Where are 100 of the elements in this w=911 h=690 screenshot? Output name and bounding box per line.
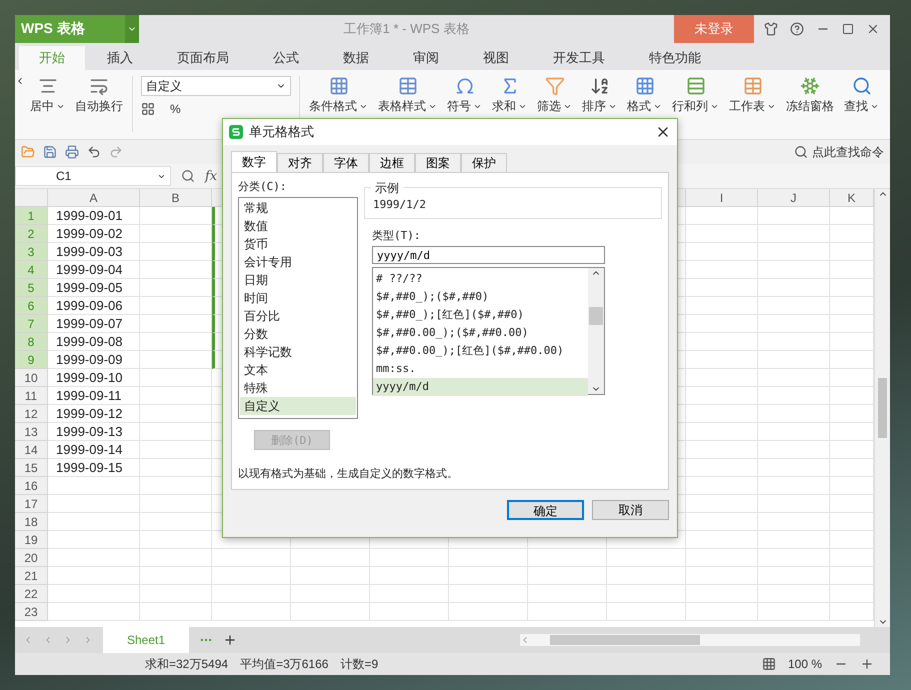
- ribbon-button[interactable]: 冻结窗格: [781, 76, 839, 115]
- scrollbar-thumb[interactable]: [589, 307, 603, 326]
- format-item[interactable]: $#,##0.00_);($#,##0.00): [373, 324, 588, 342]
- format-item[interactable]: mm:ss.: [373, 360, 588, 378]
- table-cell: [686, 531, 758, 549]
- scrollbar-thumb[interactable]: [550, 635, 700, 645]
- shirt-icon[interactable]: [764, 22, 778, 36]
- percent-button[interactable]: %: [165, 102, 186, 116]
- row-header[interactable]: 12: [15, 405, 48, 423]
- row-header[interactable]: 11: [15, 387, 48, 405]
- row-header[interactable]: 22: [15, 585, 48, 603]
- print-icon[interactable]: [65, 145, 79, 159]
- format-list[interactable]: # ??/?? $#,##0_);($#,##0) $#,##0_);[红色]($#,##0) $#,##0.00_);($#,##0.00) $#,##0.00_);[红色]($#,##0.00) mm:ss. yyyy/m/d: [372, 267, 605, 395]
- column-header[interactable]: I: [686, 189, 758, 207]
- format-item[interactable]: $#,##0_);[红色]($#,##0): [373, 306, 588, 324]
- category-item[interactable]: 数值: [240, 217, 356, 235]
- column-header[interactable]: K: [830, 189, 874, 207]
- format-item[interactable]: $#,##0.00_);[红色]($#,##0.00): [373, 342, 588, 360]
- caret-icon: [473, 102, 482, 111]
- dialog-tab[interactable]: 保护: [461, 153, 507, 172]
- name-box[interactable]: C1: [15, 166, 171, 186]
- category-item[interactable]: 科学记数: [240, 343, 356, 361]
- ribbon-button[interactable]: 筛选: [532, 76, 577, 115]
- menu-tab[interactable]: 审阅: [391, 46, 461, 70]
- save-icon[interactable]: [43, 145, 57, 159]
- grid-view-icon[interactable]: [762, 657, 776, 671]
- menu-tab[interactable]: 公式: [251, 46, 321, 70]
- ribbon-button[interactable]: 查找: [839, 76, 884, 115]
- ribbon-button[interactable]: 行和列: [667, 76, 724, 115]
- ribbon-button[interactable]: 自动换行: [70, 76, 128, 115]
- category-item[interactable]: 分数: [240, 325, 356, 343]
- category-item[interactable]: 文本: [240, 361, 356, 379]
- scrollbar-thumb[interactable]: [878, 378, 887, 438]
- column-header[interactable]: J: [758, 189, 830, 207]
- ribbon-button[interactable]: 求和: [487, 76, 532, 115]
- number-format-dropdown[interactable]: 自定义: [141, 76, 291, 96]
- ok-button[interactable]: 确定: [507, 500, 584, 520]
- column-header[interactable]: A: [48, 189, 140, 207]
- list-scrollbar[interactable]: [588, 268, 604, 394]
- sheet-tab[interactable]: Sheet1: [103, 627, 190, 653]
- menu-tab[interactable]: 插入: [85, 46, 155, 70]
- row-header[interactable]: 14: [15, 441, 48, 459]
- format-item[interactable]: # ??/??: [373, 270, 588, 288]
- ribbon-button[interactable]: 工作表: [724, 76, 781, 115]
- close-icon[interactable]: [866, 22, 880, 36]
- row-header[interactable]: 16: [15, 477, 48, 495]
- row-header[interactable]: 21: [15, 567, 48, 585]
- row-header[interactable]: 13: [15, 423, 48, 441]
- dialog-tab[interactable]: 数字: [231, 151, 277, 172]
- category-item[interactable]: 常规: [240, 199, 356, 217]
- dialog-tab[interactable]: 对齐: [277, 153, 323, 172]
- maximize-icon[interactable]: [842, 23, 854, 35]
- undo-icon[interactable]: [87, 145, 101, 159]
- table-cell: [758, 279, 830, 297]
- cancel-button[interactable]: 取消: [592, 500, 669, 520]
- ribbon-button[interactable]: 排序: [577, 76, 622, 115]
- format-item[interactable]: $#,##0_);($#,##0): [373, 288, 588, 306]
- category-item[interactable]: 百分比: [240, 307, 356, 325]
- command-search[interactable]: 点此查找命令: [812, 144, 884, 160]
- menu-tab[interactable]: 特色功能: [627, 46, 723, 70]
- category-item[interactable]: 时间: [240, 289, 356, 307]
- menu-tab[interactable]: 数据: [321, 46, 391, 70]
- table-cell: [686, 225, 758, 243]
- row-header[interactable]: 20: [15, 549, 48, 567]
- category-item[interactable]: 货币: [240, 235, 356, 253]
- ribbon-button[interactable]: 条件格式: [304, 76, 373, 115]
- format-item[interactable]: yyyy/m/d: [373, 378, 588, 396]
- menu-tab[interactable]: 视图: [461, 46, 531, 70]
- row-header[interactable]: 15: [15, 459, 48, 477]
- table-cell: [758, 369, 830, 387]
- row-header[interactable]: 18: [15, 513, 48, 531]
- ribbon-button[interactable]: 表格样式: [373, 76, 442, 115]
- category-list[interactable]: 常规 数值 货币 会计专用 日期 时间 百分比 分数 科学记数 文本 特殊 自定义: [238, 197, 358, 419]
- menu-tab[interactable]: 开发工具: [531, 46, 627, 70]
- row-header[interactable]: 23: [15, 603, 48, 621]
- menu-tab[interactable]: 页面布局: [155, 46, 251, 70]
- dialog-tab[interactable]: 图案: [415, 153, 461, 172]
- help-icon[interactable]: [790, 22, 804, 36]
- type-field[interactable]: yyyy/m/d: [372, 246, 605, 264]
- vertical-scrollbar[interactable]: [874, 189, 890, 627]
- table-cell: [686, 297, 758, 315]
- category-item[interactable]: 日期: [240, 271, 356, 289]
- row-header[interactable]: 10: [15, 369, 48, 387]
- column-header[interactable]: B: [140, 189, 212, 207]
- redo-icon[interactable]: [109, 145, 123, 159]
- row-header[interactable]: 19: [15, 531, 48, 549]
- ribbon-button[interactable]: 符号: [442, 76, 487, 115]
- add-sheet-icon[interactable]: [223, 633, 238, 647]
- dialog-tab[interactable]: 字体: [323, 153, 369, 172]
- dialog-tab[interactable]: 边框: [369, 153, 415, 172]
- ribbon-button[interactable]: 格式: [622, 76, 667, 115]
- category-item[interactable]: 自定义: [240, 397, 356, 415]
- horizontal-scrollbar[interactable]: [520, 634, 860, 646]
- table-cell: 1999-09-02: [48, 225, 140, 243]
- category-item[interactable]: 会计专用: [240, 253, 356, 271]
- zoom-in-icon[interactable]: [860, 657, 874, 671]
- row-header[interactable]: 17: [15, 495, 48, 513]
- category-item[interactable]: 特殊: [240, 379, 356, 397]
- folder-icon[interactable]: [21, 145, 35, 159]
- ribbon-button[interactable]: 居中: [25, 76, 70, 115]
